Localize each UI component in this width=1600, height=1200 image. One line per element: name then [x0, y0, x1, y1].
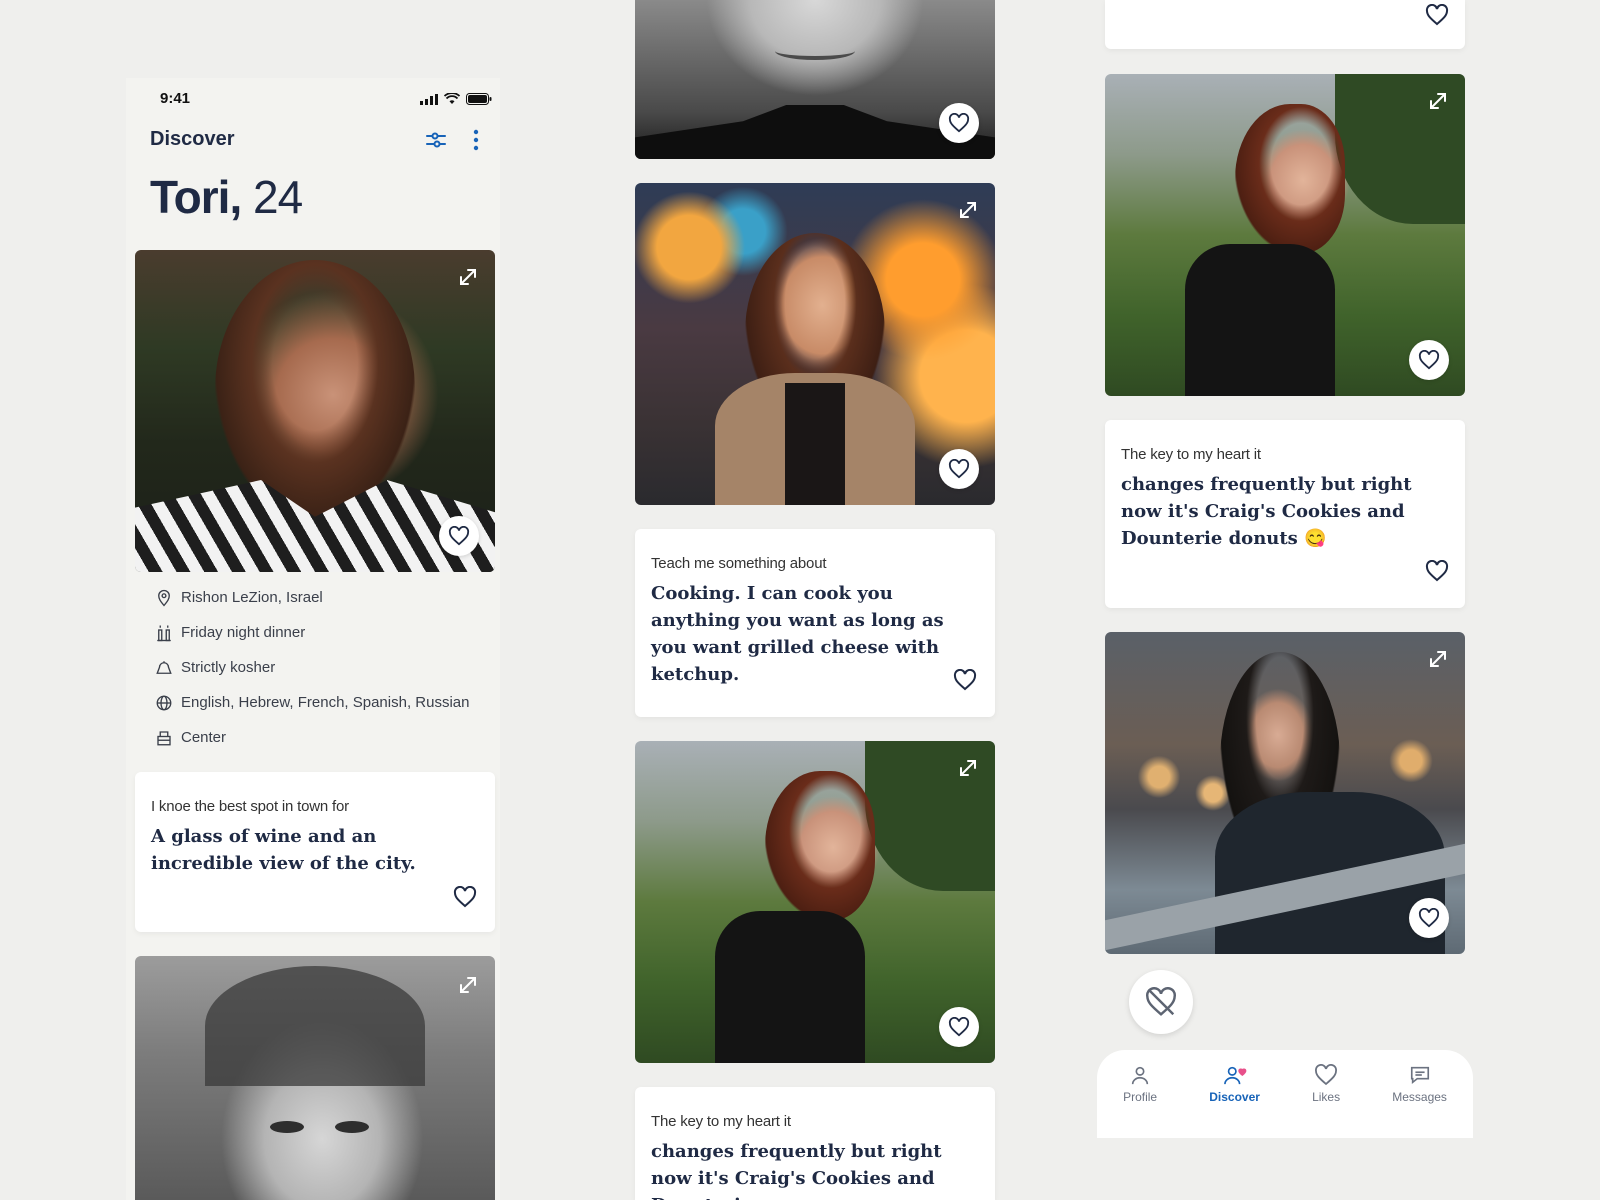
- profile-photo-1[interactable]: [135, 250, 495, 572]
- heart-icon: [1418, 908, 1440, 928]
- profile-name: Tori,: [150, 171, 242, 223]
- more-button[interactable]: [468, 128, 484, 152]
- profile-photo-carnival[interactable]: [635, 183, 995, 505]
- hair-shape-bw: [205, 966, 425, 1086]
- prompt-card-key-mid: The key to my heart it changes frequentl…: [635, 1087, 995, 1200]
- pass-button[interactable]: [1129, 970, 1193, 1034]
- broken-heart-icon: [1146, 987, 1176, 1016]
- status-time: 9:41: [160, 90, 191, 107]
- like-photo-button[interactable]: [439, 516, 479, 556]
- prompt-card-top: [1105, 0, 1465, 49]
- like-prompt-heart-icon[interactable]: [953, 669, 977, 691]
- heart-icon: [948, 113, 970, 133]
- globe-icon: [156, 695, 172, 710]
- like-photo-button[interactable]: [939, 449, 979, 489]
- profile-photo-field-2[interactable]: [1105, 74, 1465, 396]
- expand-icon[interactable]: [457, 974, 479, 996]
- nav-item-discover[interactable]: Discover: [1209, 1064, 1260, 1104]
- profile-photo-bw[interactable]: [135, 956, 495, 1200]
- prompt-question: Teach me something about: [651, 555, 827, 572]
- hair-shape: [215, 260, 415, 520]
- smile: [775, 42, 855, 60]
- wifi-icon: [444, 93, 460, 104]
- prompt-card-spot: I knoe the best spot in town for A glass…: [135, 772, 495, 932]
- info-shabbat: Friday night dinner: [155, 615, 495, 650]
- like-photo-button[interactable]: [939, 103, 979, 143]
- heart-icon: [1315, 1064, 1338, 1086]
- tank-top: [715, 911, 865, 1063]
- profile-photo-bw-top[interactable]: [635, 0, 995, 159]
- user-heart-icon: [1223, 1066, 1246, 1085]
- eye-left: [270, 1121, 304, 1133]
- like-photo-button[interactable]: [1409, 340, 1449, 380]
- user-icon: [1131, 1066, 1149, 1085]
- battery-icon: [466, 93, 492, 105]
- expand-icon[interactable]: [1427, 90, 1449, 112]
- profile-photo-railing[interactable]: [1105, 632, 1465, 954]
- nav-item-profile[interactable]: Profile: [1123, 1064, 1157, 1104]
- prompt-answer: A glass of wine and an incredible view o…: [151, 826, 416, 874]
- expand-icon[interactable]: [1427, 648, 1449, 670]
- page-title: Discover: [150, 128, 235, 150]
- like-prompt-heart-icon[interactable]: [1425, 4, 1449, 26]
- profile-photo-field[interactable]: [635, 741, 995, 1063]
- expand-icon[interactable]: [957, 199, 979, 221]
- prompt-answer: changes frequently but right now it's Cr…: [651, 1141, 942, 1200]
- candles-icon: [157, 625, 171, 641]
- nav-item-messages[interactable]: Messages: [1392, 1064, 1447, 1104]
- filter-button[interactable]: [424, 128, 448, 152]
- sliders-icon: [426, 132, 446, 148]
- info-location: Rishon LeZion, Israel: [155, 580, 495, 615]
- expand-icon[interactable]: [957, 757, 979, 779]
- top-shape: [785, 383, 845, 505]
- hair-shape-field: [765, 771, 875, 921]
- info-kosher: Strictly kosher: [155, 650, 495, 685]
- prompt-question: The key to my heart it: [1121, 446, 1261, 463]
- heart-icon: [1418, 350, 1440, 370]
- tank-top: [1185, 244, 1335, 396]
- prompt-answer: Cooking. I can cook you anything you wan…: [651, 583, 944, 685]
- heart-icon: [948, 1017, 970, 1037]
- info-denomination: Center: [155, 720, 495, 755]
- bottom-nav: Profile Discover Likes Messages: [1097, 1050, 1473, 1138]
- prompt-question: The key to my heart it: [651, 1113, 791, 1130]
- prompt-card-key-right: The key to my heart it changes frequentl…: [1105, 420, 1465, 608]
- synagogue-icon: [157, 730, 171, 745]
- profile-heading: Tori, 24: [150, 170, 303, 224]
- like-photo-button[interactable]: [1409, 898, 1449, 938]
- like-photo-button[interactable]: [939, 1007, 979, 1047]
- eye-right: [335, 1121, 369, 1133]
- prompt-answer: changes frequently but right now it's Cr…: [1121, 474, 1412, 549]
- more-vertical-icon: [473, 129, 479, 151]
- heart-icon: [948, 459, 970, 479]
- like-prompt-heart-icon[interactable]: [1425, 560, 1449, 582]
- message-icon: [1410, 1066, 1429, 1085]
- info-list: Rishon LeZion, Israel Friday night dinne…: [155, 580, 495, 755]
- cellular-signal-icon: [420, 93, 438, 105]
- prompt-question: I knoe the best spot in town for: [151, 798, 349, 815]
- expand-icon[interactable]: [457, 266, 479, 288]
- profile-age: 24: [253, 171, 303, 223]
- heart-icon: [448, 526, 470, 546]
- status-icons: [420, 93, 492, 105]
- like-prompt-heart-icon[interactable]: [453, 886, 477, 908]
- prompt-card-teach: Teach me something about Cooking. I can …: [635, 529, 995, 717]
- info-languages: English, Hebrew, French, Spanish, Russia…: [155, 685, 495, 720]
- nav-item-likes[interactable]: Likes: [1312, 1064, 1340, 1104]
- location-pin-icon: [158, 589, 170, 607]
- kosher-icon: [156, 660, 172, 674]
- hair-shape-field: [1235, 104, 1345, 254]
